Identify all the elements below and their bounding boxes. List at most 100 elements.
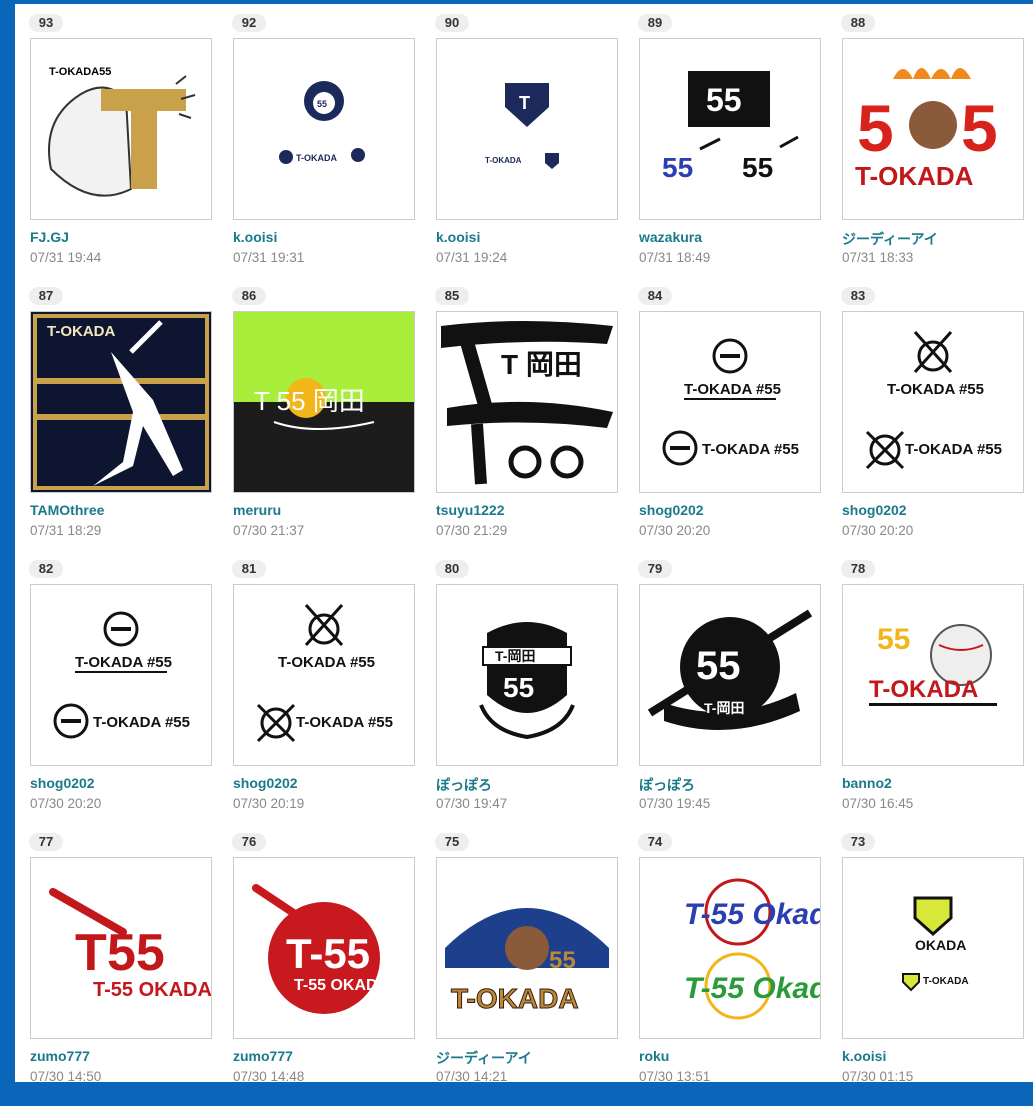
entry-number-badge: 79 — [638, 560, 672, 578]
author-link[interactable]: meruru — [233, 502, 281, 518]
crossed-bats-face-logo-icon: T-OKADA #55 T-OKADA #55 — [256, 603, 393, 743]
script-t55-logo-icon: T-55 Okada T-55 Okada — [684, 878, 820, 1020]
author-link[interactable]: zumo777 — [30, 1048, 90, 1064]
svg-text:T-OKADA: T-OKADA — [451, 983, 579, 1014]
post-date: 07/30 20:20 — [30, 796, 102, 811]
author-link[interactable]: shog0202 — [842, 502, 907, 518]
svg-text:T: T — [519, 93, 530, 113]
svg-text:T-OKADA #55: T-OKADA #55 — [887, 381, 984, 398]
entry-thumbnail[interactable]: 55 T-OKADA — [233, 38, 415, 220]
entry-thumbnail[interactable]: T-OKADA #55 T-OKADA #55 — [30, 584, 212, 766]
author-link[interactable]: shog0202 — [639, 502, 704, 518]
author-link[interactable]: shog0202 — [30, 775, 95, 791]
author-link[interactable]: tsuyu1222 — [436, 502, 504, 518]
entry-card: 77 T 55 T-55 OKADA zumo777 07/30 14:50 — [29, 833, 232, 1106]
author-link[interactable]: ジーディーアイ — [842, 229, 938, 249]
svg-text:OKADA: OKADA — [915, 937, 966, 953]
author-link[interactable]: TAMOthree — [30, 502, 104, 518]
svg-text:T-OKADA #55: T-OKADA #55 — [278, 654, 375, 671]
svg-text:55: 55 — [107, 924, 165, 982]
shark-ball-55-logo-icon: 55 T-OKADA — [869, 623, 997, 706]
author-link[interactable]: ぽっぽろ — [436, 775, 492, 795]
entry-thumbnail[interactable]: T 55 T-55 OKADA — [30, 857, 212, 1039]
entry-thumbnail[interactable]: T-OKADA — [30, 311, 212, 493]
svg-text:T-OKADA #55: T-OKADA #55 — [684, 381, 781, 398]
svg-text:T-OKADA: T-OKADA — [485, 156, 522, 165]
author-link[interactable]: k.ooisi — [233, 229, 277, 245]
entry-number-badge: 75 — [435, 833, 469, 851]
entry-card: 93 T-OKADA55 FJ.GJ 07/31 19:44 — [29, 14, 232, 287]
entry-number-badge: 93 — [29, 14, 63, 32]
brush-stroke-logo-icon: T 岡田 — [441, 321, 613, 485]
post-date: 07/30 21:29 — [436, 523, 508, 538]
entry-card: 85 T 岡田 tsuyu1222 07/30 21:29 — [435, 287, 638, 560]
svg-text:T-岡田: T-岡田 — [495, 648, 535, 664]
author-link[interactable]: FJ.GJ — [30, 229, 69, 245]
svg-text:T-OKADA: T-OKADA — [855, 161, 974, 191]
entry-card: 89 55 55 55 wazakura 07/31 18:49 — [638, 14, 841, 287]
entry-thumbnail[interactable]: 55 T-岡田 — [639, 584, 821, 766]
author-link[interactable]: roku — [639, 1048, 669, 1064]
yellow-shield-logo-icon: OKADA T-OKADA — [902, 896, 969, 992]
entry-number-badge: 92 — [232, 14, 266, 32]
svg-text:55: 55 — [317, 99, 327, 109]
post-date: 07/30 19:47 — [436, 796, 508, 811]
entry-card: 73 OKADA T-OKADA k.ooisi 07/30 01:15 — [841, 833, 1033, 1106]
entry-thumbnail[interactable]: T 岡田 — [436, 311, 618, 493]
hand-t-portrait-logo-icon: T-OKADA55 — [48, 66, 196, 197]
entry-number-badge: 89 — [638, 14, 672, 32]
entry-thumbnail[interactable]: 55 55 55 — [639, 38, 821, 220]
laurel-shield-55-logo-icon: T-岡田 55 — [479, 622, 575, 740]
entry-number-badge: 85 — [435, 287, 469, 305]
entry-thumbnail[interactable]: 5 5 T-OKADA — [842, 38, 1024, 220]
entry-card: 84 T-OKADA #55 T-OKADA #55 shog0202 07/3… — [638, 287, 841, 560]
post-date: 07/30 16:45 — [842, 796, 914, 811]
gallery-panel: 93 T-OKADA55 FJ.GJ 07/31 19:44 92 55 T-O… — [15, 4, 1033, 1084]
svg-text:T-OKADA #55: T-OKADA #55 — [296, 714, 393, 731]
entry-number-badge: 87 — [29, 287, 63, 305]
author-link[interactable]: wazakura — [639, 229, 702, 245]
entry-card: 80 T-岡田 55 ぽっぽろ 07/30 19:47 — [435, 560, 638, 833]
author-link[interactable]: banno2 — [842, 775, 892, 791]
author-link[interactable]: zumo777 — [233, 1048, 293, 1064]
author-link[interactable]: ジーディーアイ — [436, 1048, 532, 1068]
author-link[interactable]: ぽっぽろ — [639, 775, 695, 795]
entry-number-badge: 78 — [841, 560, 875, 578]
entry-card: 82 T-OKADA #55 T-OKADA #55 shog0202 07/3… — [29, 560, 232, 833]
post-date: 07/31 18:29 — [30, 523, 102, 538]
batter-55-logo-icon: 55 55 55 — [662, 71, 799, 183]
entry-thumbnail[interactable]: T-OKADA #55 T-OKADA #55 — [233, 584, 415, 766]
entry-thumbnail[interactable]: OKADA T-OKADA — [842, 857, 1024, 1039]
flaming-55-logo-icon: 5 5 T-OKADA — [855, 68, 998, 191]
author-link[interactable]: k.ooisi — [842, 1048, 886, 1064]
svg-text:T-OKADA #55: T-OKADA #55 — [702, 441, 799, 458]
entry-thumbnail[interactable]: T-OKADA55 — [30, 38, 212, 220]
svg-text:T-55: T-55 — [286, 930, 370, 977]
green-black-split-logo-icon: T 55 岡田 — [234, 312, 414, 492]
post-date: 07/31 19:31 — [233, 250, 305, 265]
entry-number-badge: 84 — [638, 287, 672, 305]
entry-thumbnail[interactable]: T 55 岡田 — [233, 311, 415, 493]
entry-thumbnail[interactable]: T T-OKADA — [436, 38, 618, 220]
entry-thumbnail[interactable]: 55 T-OKADA — [842, 584, 1024, 766]
svg-text:T 55 岡田: T 55 岡田 — [254, 386, 365, 416]
post-date: 07/31 19:44 — [30, 250, 102, 265]
entry-number-badge: 81 — [232, 560, 266, 578]
entry-thumbnail[interactable]: T-OKADA #55 T-OKADA #55 — [842, 311, 1024, 493]
entry-thumbnail[interactable]: T-55 Okada T-55 Okada — [639, 857, 821, 1039]
svg-text:55: 55 — [696, 644, 741, 688]
entry-thumbnail[interactable]: T-岡田 55 — [436, 584, 618, 766]
author-link[interactable]: k.ooisi — [436, 229, 480, 245]
author-link[interactable]: shog0202 — [233, 775, 298, 791]
entry-card: 78 55 T-OKADA banno2 07/30 16:45 — [841, 560, 1033, 833]
entry-thumbnail[interactable]: T-OKADA #55 T-OKADA #55 — [639, 311, 821, 493]
svg-text:T-OKADA #55: T-OKADA #55 — [93, 714, 190, 731]
entry-thumbnail[interactable]: ★ ★ ★ ★ 55 T-OKADA — [436, 857, 618, 1039]
entry-grid: 93 T-OKADA55 FJ.GJ 07/31 19:44 92 55 T-O… — [29, 14, 1033, 1106]
entry-number-badge: 77 — [29, 833, 63, 851]
home-plate-shield-logo-icon: T T-OKADA — [485, 83, 559, 169]
svg-text:T-OKADA: T-OKADA — [47, 323, 115, 340]
svg-text:T-55 OKADA: T-55 OKADA — [294, 977, 390, 994]
entry-thumbnail[interactable]: T-55 T-55 OKADA — [233, 857, 415, 1039]
entry-card: 90 T T-OKADA k.ooisi 07/31 19:24 — [435, 14, 638, 287]
